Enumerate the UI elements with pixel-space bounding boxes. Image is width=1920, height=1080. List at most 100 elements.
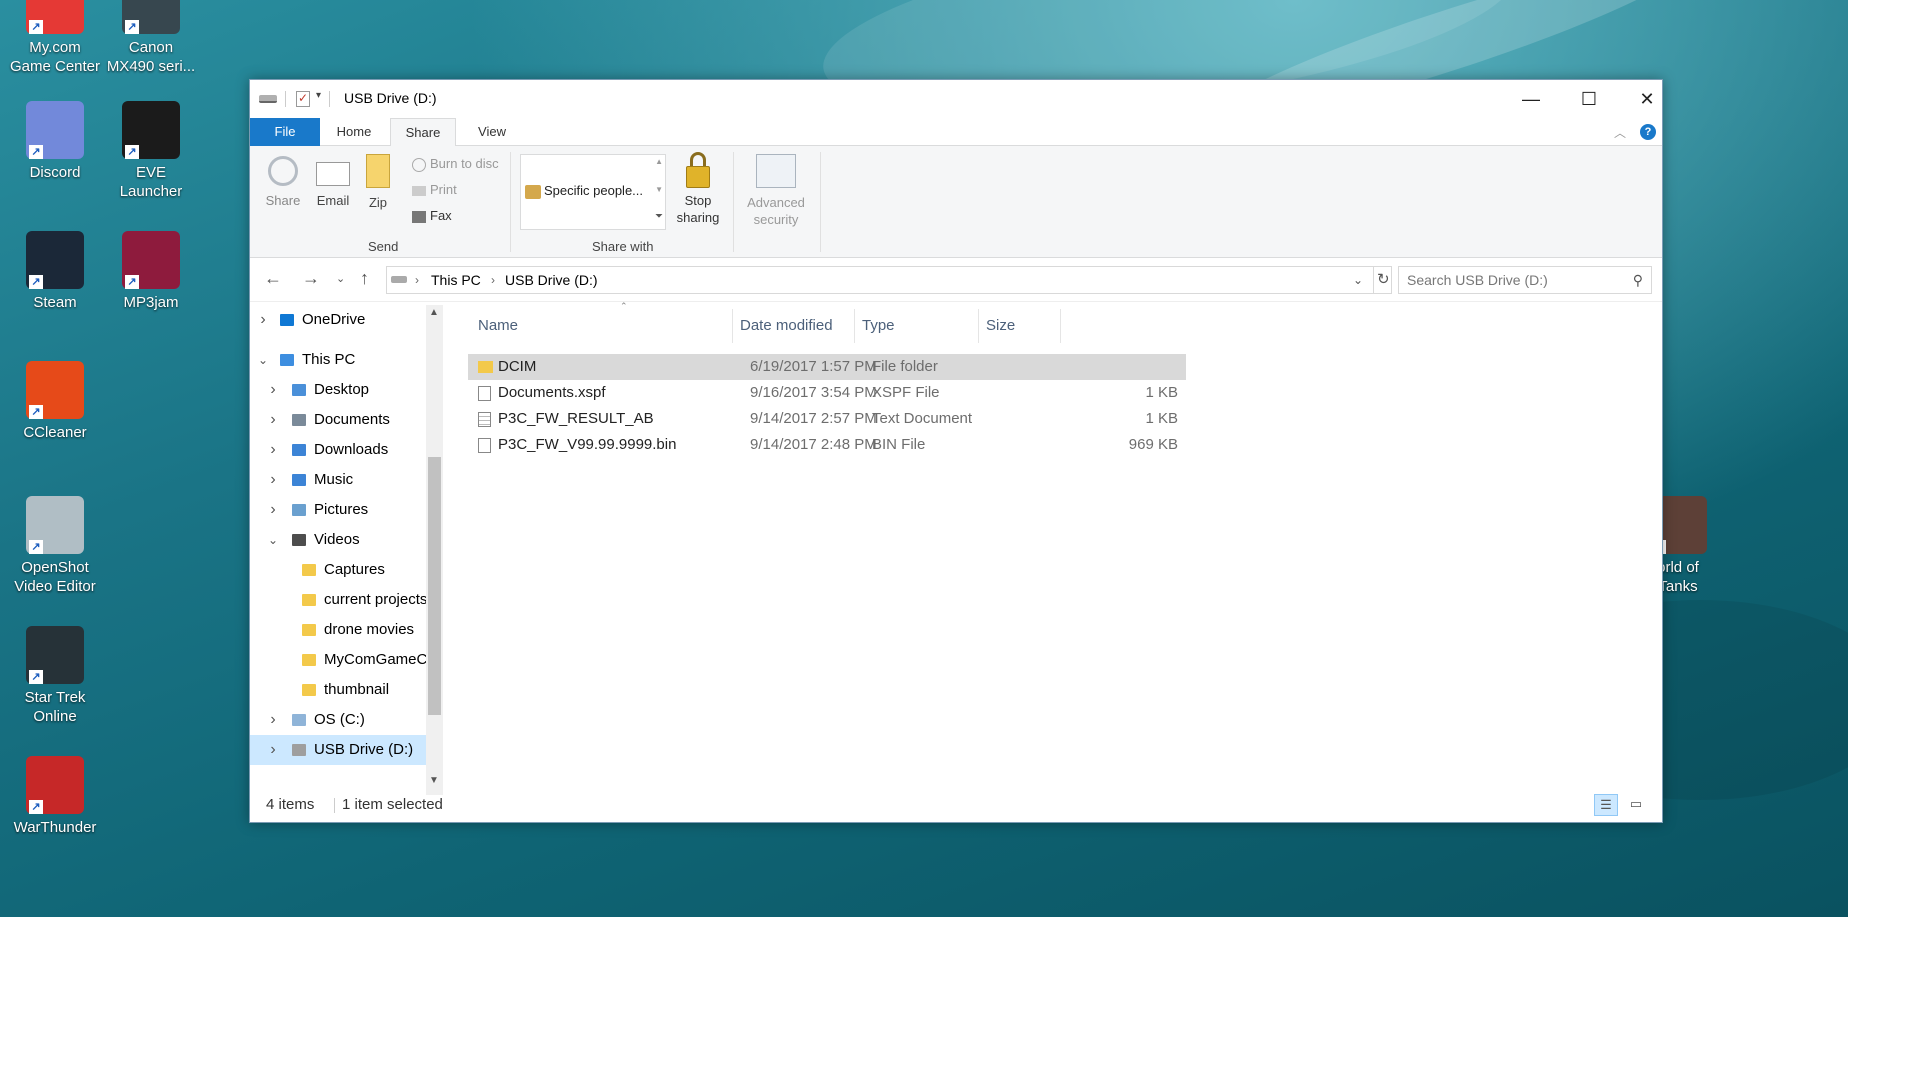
desktop-icon-label: CCleaner (23, 424, 87, 441)
large-icons-view-icon[interactable]: ▭ (1624, 794, 1648, 816)
collapse-ribbon-icon[interactable]: ︿ (1614, 124, 1626, 141)
nav-item-label: Captures (324, 561, 385, 578)
window-title: USB Drive (D:) (344, 90, 437, 106)
column-name[interactable]: Name (478, 317, 518, 334)
help-icon[interactable]: ? (1640, 124, 1656, 140)
refresh-icon[interactable]: ↻ (1373, 267, 1391, 293)
tab-view[interactable]: View (462, 118, 522, 146)
nav-item-thumbnail[interactable]: thumbnail (250, 675, 426, 705)
nav-item-this-pc[interactable]: ⌄ This PC (250, 345, 426, 375)
chevron-down-icon[interactable]: ⌄ (266, 525, 280, 555)
address-dropdown-icon[interactable]: ⌄ (1353, 267, 1363, 293)
search-icon[interactable]: ⚲ (1633, 267, 1643, 293)
advanced-security-button[interactable]: Advanced security (738, 154, 814, 228)
nav-item-videos[interactable]: ⌄ Videos (250, 525, 426, 555)
search-box[interactable]: Search USB Drive (D:) ⚲ (1398, 266, 1652, 294)
column-size[interactable]: Size (986, 317, 1015, 334)
desktop-icon-warthunder[interactable]: ↗ WarThunder (7, 756, 103, 837)
print-button[interactable]: Print (412, 180, 457, 200)
maximize-button[interactable]: ☐ (1560, 80, 1618, 118)
desktop-icon-mycom[interactable]: ↗ My.com Game Center (7, 0, 103, 76)
nav-item-mycomgamecenter[interactable]: MyComGameCenter (250, 645, 426, 675)
nav-item-music[interactable]: › Music (250, 465, 426, 495)
nav-item-onedrive[interactable]: › OneDrive (250, 305, 426, 335)
chevron-right-icon[interactable]: › (266, 705, 280, 735)
scroll-thumb[interactable] (428, 457, 441, 715)
desktop-icon-openshot[interactable]: ↗ OpenShot Video Editor (7, 496, 103, 596)
desktop-icon-steam[interactable]: ↗ Steam (7, 231, 103, 312)
scroll-down-icon[interactable]: ▼ (429, 775, 439, 786)
file-row[interactable]: Documents.xspf 9/16/2017 3:54 PM XSPF File… (468, 380, 1186, 406)
breadcrumb-sep-icon[interactable]: › (491, 267, 495, 293)
up-arrow-icon[interactable]: ↑ (360, 268, 369, 289)
chevron-right-icon[interactable]: › (266, 495, 280, 525)
file-row[interactable]: DCIM 6/19/2017 1:57 PM File folder (468, 354, 1186, 380)
nav-item-os-c[interactable]: › OS (C:) (250, 705, 426, 735)
close-button[interactable]: ✕ (1618, 80, 1676, 118)
title-bar[interactable]: ✓ ▾ USB Drive (D:) — ☐ ✕ (250, 80, 1662, 118)
item-count: 4 items (266, 796, 315, 813)
breadcrumb-usb-drive[interactable]: USB Drive (D:) (505, 267, 598, 293)
chevron-right-icon[interactable]: › (266, 435, 280, 465)
nav-item-desktop[interactable]: › Desktop (250, 375, 426, 405)
chevron-right-icon[interactable]: › (266, 375, 280, 405)
quick-access-dropdown-icon[interactable]: ▾ (316, 90, 321, 101)
desktop-icon-printer[interactable]: ↗ Canon MX490 seri... (103, 0, 199, 76)
drive-c-icon (292, 714, 306, 726)
mycom-icon: ↗ (26, 0, 84, 34)
desktop-icon-startrek[interactable]: ↗ Star Trek Online (7, 626, 103, 726)
details-view-icon[interactable]: ☰ (1594, 794, 1618, 816)
scroll-up-icon[interactable]: ▲ (429, 307, 439, 318)
column-date-modified[interactable]: Date modified (740, 317, 833, 334)
email-button[interactable]: Email (308, 154, 358, 209)
recent-locations-icon[interactable]: ⌄ (336, 272, 345, 285)
printer-icon: ↗ (122, 0, 180, 34)
desktop-icon-ccleaner[interactable]: ↗ CCleaner (7, 361, 103, 442)
minimize-button[interactable]: — (1502, 80, 1560, 118)
address-bar[interactable]: › This PC › USB Drive (D:) ⌄ ↻ (386, 266, 1392, 294)
fax-button[interactable]: Fax (412, 206, 452, 226)
share-with-gallery[interactable]: Specific people... ▲ ▼ ⏷ (520, 154, 666, 230)
chevron-down-icon[interactable]: ⌄ (256, 345, 270, 375)
onedrive-icon (280, 314, 294, 326)
file-row[interactable]: P3C_FW_RESULT_AB 9/14/2017 2:57 PM Text Do… (468, 406, 1186, 432)
gallery-scroll-up-icon[interactable]: ▲ (655, 157, 663, 166)
desktop-icon-mp3jam[interactable]: ↗ MP3jam (103, 231, 199, 312)
tab-share[interactable]: Share (390, 118, 456, 147)
chevron-right-icon[interactable]: › (266, 405, 280, 435)
specific-people-item[interactable]: Specific people... (525, 183, 643, 199)
zip-button[interactable]: Zip (358, 154, 398, 211)
column-type[interactable]: Type (862, 317, 895, 334)
nav-item-pictures[interactable]: › Pictures (250, 495, 426, 525)
discord-icon: ↗ (26, 101, 84, 159)
desktop-icon-discord[interactable]: ↗ Discord (7, 101, 103, 182)
stop-sharing-button[interactable]: Stop sharing (670, 152, 726, 226)
share-button[interactable]: Share (258, 154, 308, 209)
nav-item-usb-drive-d[interactable]: › USB Drive (D:) (250, 735, 426, 765)
nav-item-downloads[interactable]: › Downloads (250, 435, 426, 465)
nav-item-captures[interactable]: Captures (250, 555, 426, 585)
forward-arrow-icon[interactable]: → (302, 268, 320, 289)
nav-item-current-projects[interactable]: current projects (250, 585, 426, 615)
nav-scrollbar[interactable]: ▲ ▼ (426, 305, 443, 795)
breadcrumb-sep-icon[interactable]: › (415, 267, 419, 293)
chevron-right-icon[interactable]: › (266, 465, 280, 495)
file-type: File folder (872, 358, 938, 375)
tab-home[interactable]: Home (324, 118, 384, 146)
nav-item-drone-movies[interactable]: drone movies (250, 615, 426, 645)
gallery-scroll-down-icon[interactable]: ▼ (655, 185, 663, 194)
properties-quick-icon[interactable]: ✓ (296, 91, 310, 107)
nav-item-documents[interactable]: › Documents (250, 405, 426, 435)
shortcut-arrow-icon: ↗ (125, 145, 139, 159)
nav-item-label: Desktop (314, 381, 370, 398)
desktop-icon-eve[interactable]: ↗ EVE Launcher (103, 101, 199, 201)
file-row[interactable]: P3C_FW_V99.99.9999.bin 9/14/2017 2:48 PM B… (468, 432, 1186, 458)
chevron-right-icon[interactable]: › (256, 305, 270, 335)
file-size: 1 KB (1145, 410, 1178, 427)
gallery-more-icon[interactable]: ⏷ (655, 211, 663, 222)
back-arrow-icon[interactable]: ← (264, 268, 282, 289)
tab-file[interactable]: File (250, 118, 320, 146)
burn-to-disc-button[interactable]: Burn to disc (412, 154, 499, 174)
chevron-right-icon[interactable]: › (266, 735, 280, 765)
breadcrumb-this-pc[interactable]: This PC (431, 267, 481, 293)
